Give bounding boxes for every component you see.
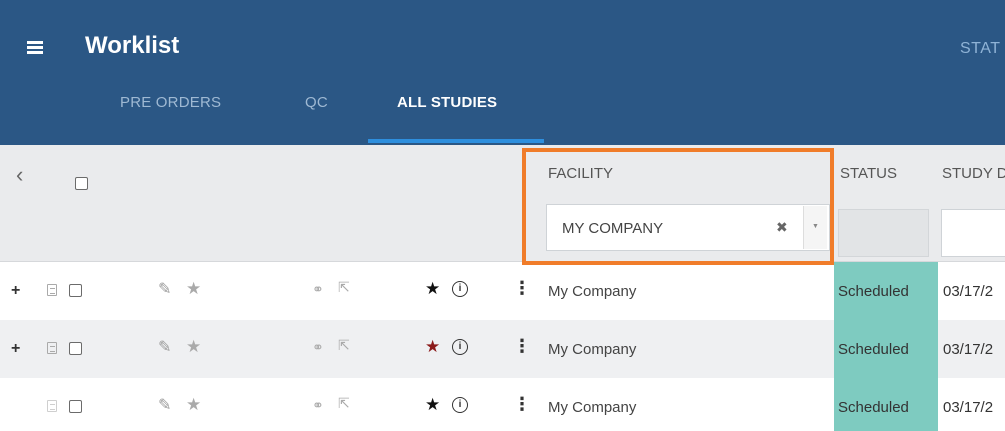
table-row[interactable]: + ✎ ★ ⚭ ⇱ ★ i ⋮ My Company Scheduled 03/… — [0, 320, 1005, 378]
more-options-icon[interactable]: ⋮ — [513, 336, 531, 357]
link-icon[interactable]: ⚭ — [312, 397, 324, 414]
status-filter-input[interactable] — [838, 209, 929, 257]
document-icon[interactable] — [47, 284, 57, 296]
favorite-star-icon[interactable]: ★ — [186, 395, 201, 415]
share-icon[interactable]: ⇱ — [338, 337, 350, 354]
hamburger-menu-icon[interactable] — [27, 41, 43, 55]
tab-qc[interactable]: QC — [305, 94, 328, 111]
edit-pencil-icon[interactable]: ✎ — [158, 395, 171, 415]
row-checkbox[interactable] — [69, 342, 82, 355]
share-icon[interactable]: ⇱ — [338, 395, 350, 412]
app-header: Worklist STAT PRE ORDERS QC ALL STUDIES — [0, 0, 1005, 145]
edit-pencil-icon[interactable]: ✎ — [158, 337, 171, 357]
info-icon[interactable]: i — [452, 281, 468, 297]
study-date-cell: 03/17/2 — [943, 341, 994, 358]
link-icon[interactable]: ⚭ — [312, 339, 324, 356]
column-header-study-date[interactable]: STUDY D — [942, 165, 1005, 182]
row-checkbox[interactable] — [69, 284, 82, 297]
status-text: Scheduled — [838, 399, 909, 416]
study-date-cell: 03/17/2 — [943, 283, 994, 300]
study-date-cell: 03/17/2 — [943, 399, 994, 416]
edit-pencil-icon[interactable]: ✎ — [158, 279, 171, 299]
priority-star-icon[interactable]: ★ — [425, 337, 440, 357]
document-icon — [47, 400, 57, 412]
status-cell: Scheduled — [834, 378, 938, 431]
facility-cell: My Company — [548, 399, 637, 416]
facility-cell: My Company — [548, 341, 637, 358]
priority-star-icon[interactable]: ★ — [425, 395, 440, 415]
status-text: Scheduled — [838, 341, 909, 358]
expand-row-icon[interactable]: + — [11, 340, 20, 358]
more-options-icon[interactable]: ⋮ — [513, 394, 531, 415]
share-icon[interactable]: ⇱ — [338, 279, 350, 296]
link-icon[interactable]: ⚭ — [312, 281, 324, 298]
expand-row-icon[interactable]: + — [11, 282, 20, 300]
table-row[interactable]: + ✎ ★ ⚭ ⇱ ★ i ⋮ My Company Scheduled 03/… — [0, 262, 1005, 320]
facility-highlight-callout — [522, 148, 834, 265]
tab-all-studies[interactable]: ALL STUDIES — [397, 94, 497, 111]
status-cell: Scheduled — [834, 320, 938, 378]
page-title: Worklist — [85, 32, 180, 59]
info-icon[interactable]: i — [452, 339, 468, 355]
select-all-checkbox[interactable] — [75, 177, 88, 190]
active-tab-indicator — [368, 139, 544, 143]
document-icon[interactable] — [47, 342, 57, 354]
tab-pre-orders[interactable]: PRE ORDERS — [120, 94, 221, 111]
study-date-filter-input[interactable] — [941, 209, 1005, 257]
status-cell: Scheduled — [834, 262, 938, 320]
priority-star-icon[interactable]: ★ — [425, 279, 440, 299]
favorite-star-icon[interactable]: ★ — [186, 279, 201, 299]
column-header-status[interactable]: STATUS — [840, 165, 897, 182]
more-options-icon[interactable]: ⋮ — [513, 278, 531, 299]
facility-cell: My Company — [548, 283, 637, 300]
table-row[interactable]: ✎ ★ ⚭ ⇱ ★ i ⋮ My Company Scheduled 03/17… — [0, 378, 1005, 431]
stat-button[interactable]: STAT — [960, 40, 1001, 58]
info-icon[interactable]: i — [452, 397, 468, 413]
row-checkbox[interactable] — [69, 400, 82, 413]
status-text: Scheduled — [838, 283, 909, 300]
chevron-left-icon[interactable]: ‹ — [16, 162, 23, 188]
favorite-star-icon[interactable]: ★ — [186, 337, 201, 357]
